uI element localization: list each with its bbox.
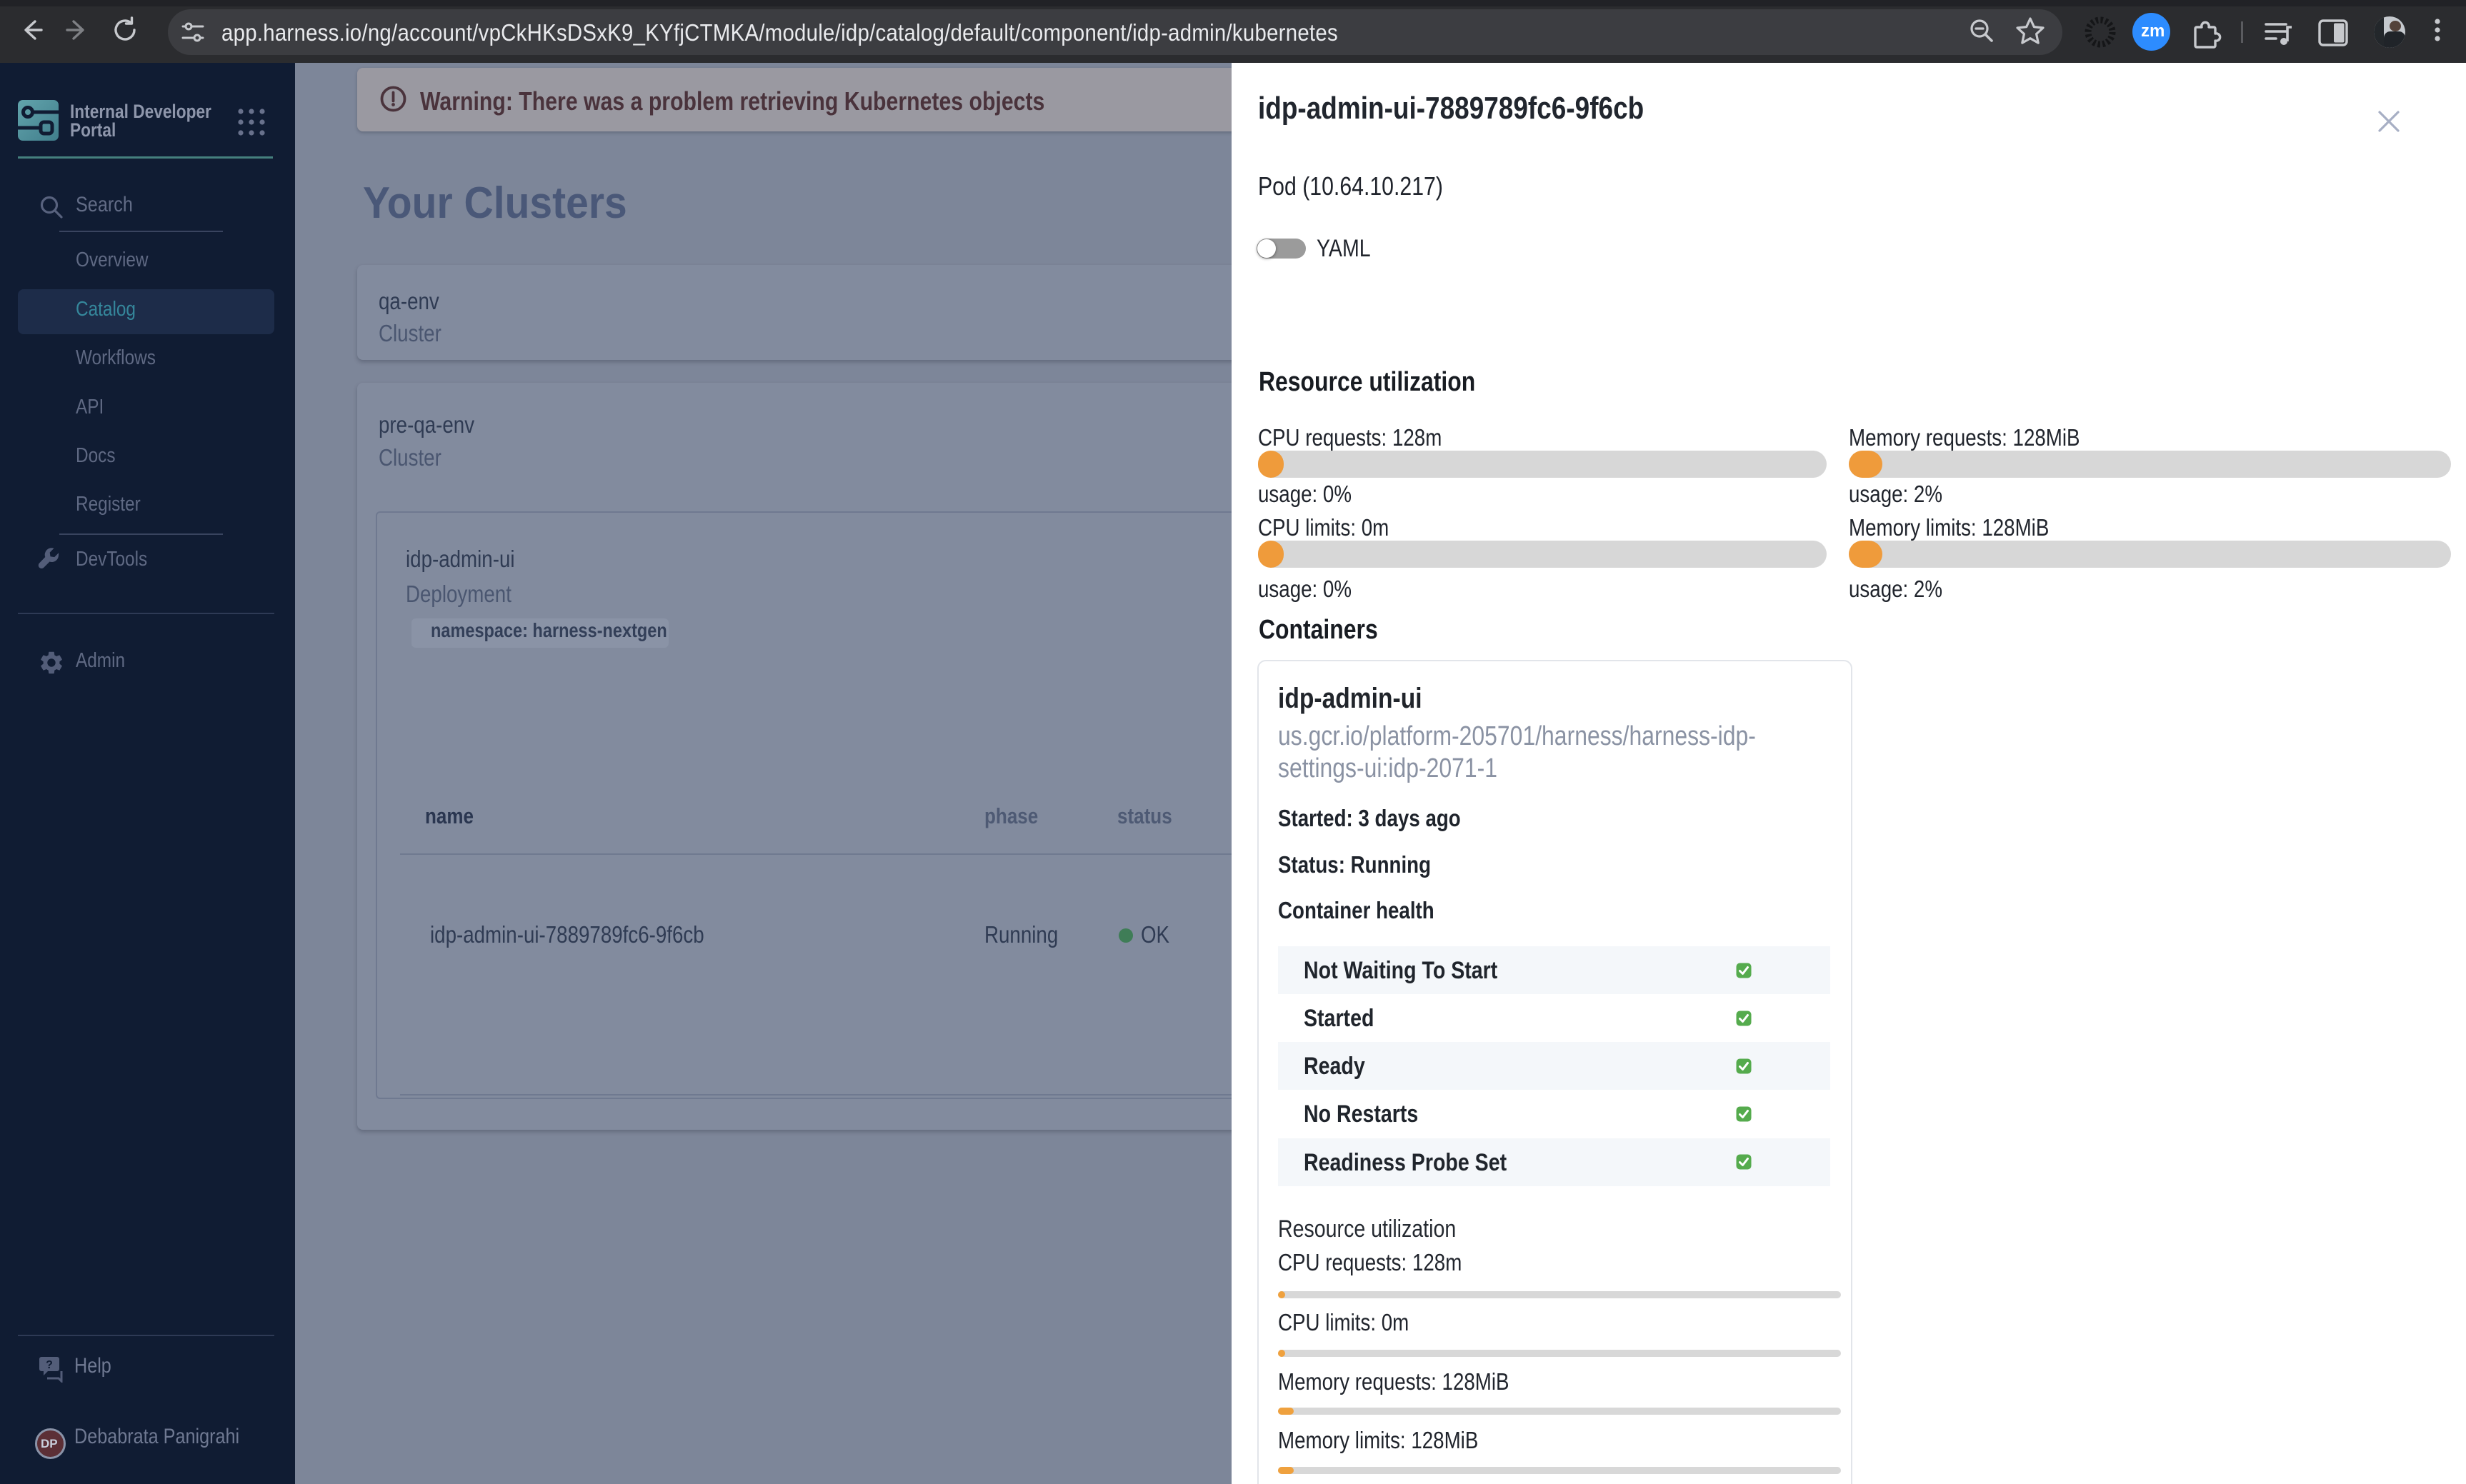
svg-text:?: ? [46,1359,53,1371]
